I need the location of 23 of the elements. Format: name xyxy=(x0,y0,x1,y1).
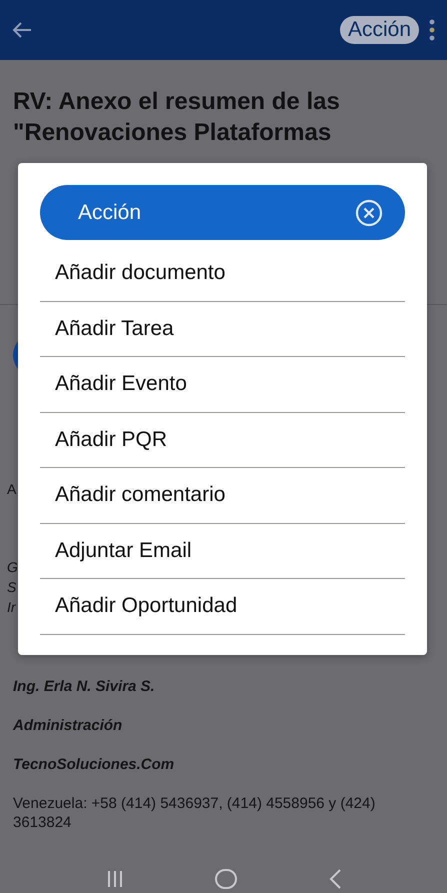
menu-item[interactable]: Añadir Tarea xyxy=(40,302,405,357)
body-text: G xyxy=(7,558,18,577)
signature-line: Administración xyxy=(13,716,124,735)
action-button[interactable]: Acción xyxy=(340,16,419,44)
body-text: A xyxy=(7,480,16,499)
home-icon[interactable] xyxy=(214,868,238,890)
body-text: Ir xyxy=(7,598,16,617)
menu-item[interactable]: Añadir Oportunidad xyxy=(40,579,405,634)
menu-item[interactable]: Añadir Evento xyxy=(40,357,405,412)
dialog-title: Acción xyxy=(78,200,142,224)
message-title: "Renovaciones Plataformas xyxy=(13,118,332,148)
menu-item[interactable]: Adjuntar Email xyxy=(40,524,405,579)
message-title: RV: Anexo el resumen de las xyxy=(13,87,341,117)
more-icon[interactable] xyxy=(429,19,435,41)
menu-item[interactable]: Añadir documento xyxy=(40,246,405,302)
menu-item[interactable]: Añadir PQR xyxy=(40,412,405,468)
menu-item[interactable]: Añadir comentario xyxy=(40,468,405,524)
signature-line: Ing. Erla N. Sivira S. xyxy=(13,677,156,696)
signature-line: Venezuela: +58 (414) 5436937, (414) 4558956 y (424) 3613824 xyxy=(13,794,376,832)
signature-line: TecnoSoluciones.Com xyxy=(13,755,176,774)
close-icon[interactable] xyxy=(355,198,383,226)
back-icon[interactable] xyxy=(328,868,342,890)
body-text: S xyxy=(7,578,16,597)
